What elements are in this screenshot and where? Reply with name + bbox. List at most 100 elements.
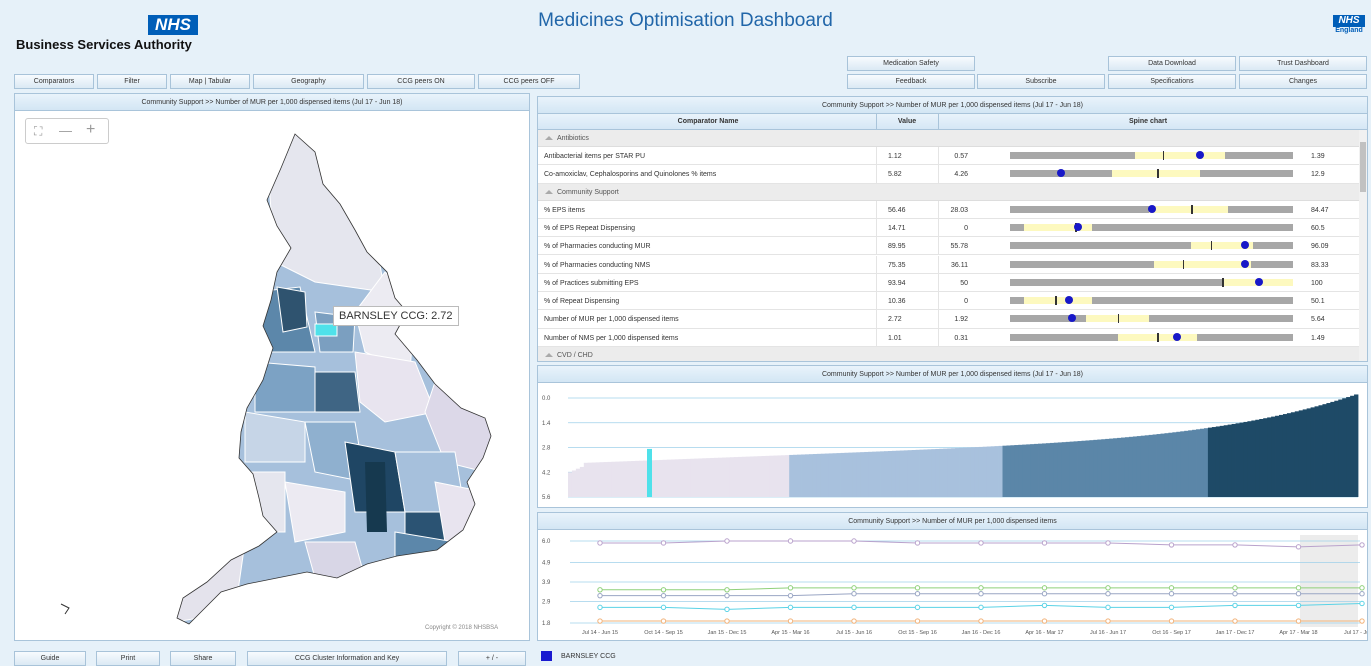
table-row[interactable]: Co-amoxiclav, Cephalosporins and Quinolo… (538, 165, 1359, 184)
rank-bar (1109, 438, 1114, 497)
spine-interquartile-band (1134, 152, 1226, 159)
rank-bar (974, 447, 980, 497)
rank-bar (1010, 445, 1015, 497)
feedback-button[interactable]: Feedback (847, 74, 975, 89)
comparator-value: 2.72 (888, 316, 902, 324)
rank-bar (919, 449, 924, 497)
column-header-value[interactable]: Value (876, 118, 938, 125)
series-point (597, 587, 603, 593)
comparators-button[interactable]: Comparators (14, 74, 94, 89)
cell-divider (938, 255, 939, 273)
ccg-peers-off-button[interactable]: CCG peers OFF (478, 74, 580, 89)
collapse-icon[interactable] (545, 136, 553, 141)
rank-bar (1144, 435, 1150, 497)
data-download-button[interactable]: Data Download (1108, 56, 1236, 71)
rank-bar (840, 452, 845, 497)
rank-bar (1065, 441, 1071, 497)
changes-button[interactable]: Changes (1239, 74, 1367, 89)
rank-bar (1081, 440, 1086, 497)
table-row[interactable]: % of Pharmacies conducting MUR 89.95 55.78… (538, 237, 1359, 256)
trust-dashboard-button[interactable]: Trust Dashboard (1239, 56, 1367, 71)
geography-button[interactable]: Geography (253, 74, 364, 89)
spine-interquartile-band (1024, 297, 1093, 305)
table-scrollbar[interactable] (1359, 130, 1367, 361)
x-tick-label: Oct 16 - Sep 17 (1152, 630, 1191, 636)
series-point (787, 604, 794, 611)
x-tick-label: Jan 16 - Dec 16 (962, 630, 1001, 636)
rank-bar (1342, 398, 1347, 497)
subscribe-button[interactable]: Subscribe (977, 74, 1105, 89)
specifications-button[interactable]: Specifications (1108, 74, 1236, 89)
england-ccg-map[interactable] (15, 112, 529, 640)
rank-bar (1117, 437, 1122, 497)
rank-bar (1077, 441, 1082, 497)
rank-chart[interactable]: 0.0 1.4 2.8 4.2 5.6 (538, 384, 1367, 507)
ccg-peers-on-button[interactable]: CCG peers ON (367, 74, 475, 89)
series-point (1359, 618, 1365, 624)
rank-bar (868, 451, 873, 497)
series-point (978, 618, 984, 624)
series-point (978, 604, 984, 611)
cell-divider (876, 328, 877, 346)
table-row[interactable]: % of Pharmacies conducting NMS 75.35 36.11… (538, 255, 1359, 274)
table-row[interactable]: Number of MUR per 1,000 dispensed items 2… (538, 310, 1359, 329)
group-header[interactable]: Community Support (538, 183, 1359, 201)
table-row[interactable]: % of EPS Repeat Dispensing 14.71 0 60.5 (538, 218, 1359, 238)
guide-button[interactable]: Guide (14, 651, 86, 666)
rank-bar (686, 458, 691, 497)
series-point (724, 587, 730, 593)
legend-swatch (541, 651, 552, 661)
table-row[interactable]: % of Repeat Dispensing 10.36 0 50.1 (538, 292, 1359, 311)
map-tabular-button[interactable]: Map | Tabular (170, 74, 250, 89)
column-header-spine[interactable]: Spine chart (938, 118, 1358, 125)
group-header[interactable]: Antibiotics (538, 130, 1359, 147)
table-row[interactable]: Number of NMS per 1,000 dispensed items 1… (538, 328, 1359, 347)
x-tick-label: Jan 15 - Dec 15 (708, 630, 747, 636)
series-point (787, 592, 794, 599)
rank-bar (658, 459, 664, 497)
rank-bar (887, 451, 893, 497)
rank-bar (939, 448, 944, 497)
table-row[interactable]: % EPS items 56.46 28.03 84.47 (538, 200, 1359, 219)
rank-bar (1326, 403, 1331, 497)
column-header-name[interactable]: Comparator Name (538, 118, 878, 125)
share-button[interactable]: Share (170, 651, 236, 666)
group-label: Antibiotics (557, 135, 589, 142)
rank-bar (982, 446, 988, 497)
comparator-value: 56.46 (888, 206, 906, 214)
medication-safety-button[interactable]: Medication Safety (847, 56, 975, 71)
rank-bar (710, 457, 715, 497)
rank-bar (729, 457, 735, 497)
rank-bar (899, 450, 905, 497)
spine-table-title: Community Support >> Number of MUR per 1… (538, 97, 1367, 114)
rank-bar (1026, 444, 1031, 497)
group-header[interactable]: CVD / CHD (538, 347, 1359, 361)
rank-bar (895, 450, 901, 497)
print-button[interactable]: Print (96, 651, 160, 666)
rank-bar (966, 447, 972, 497)
table-body[interactable]: Antibiotics Antibacterial items per STAR … (538, 130, 1359, 361)
collapse-icon[interactable] (545, 189, 553, 194)
rank-bar (631, 460, 636, 497)
rank-bar (1219, 425, 1225, 497)
rank-bar (927, 449, 932, 497)
rank-bar (816, 453, 822, 497)
table-row[interactable]: % of Practices submitting EPS 93.94 50 100 (538, 273, 1359, 293)
series-point (1295, 585, 1302, 591)
ccg-cluster-information-and-key-button[interactable]: CCG Cluster Information and Key (247, 651, 447, 666)
map-tooltip: BARNSLEY CCG: 2.72 (333, 306, 459, 326)
series-point (1359, 542, 1365, 548)
rank-bar (777, 455, 782, 497)
rank-bar (595, 462, 600, 497)
scrollbar-thumb[interactable] (1360, 142, 1366, 192)
blank-button[interactable]: + / - (458, 651, 526, 666)
rank-bar (1302, 409, 1308, 497)
table-row[interactable]: Antibacterial items per STAR PU 1.12 0.57 1… (538, 147, 1359, 166)
filter-button[interactable]: Filter (97, 74, 167, 89)
collapse-icon[interactable] (545, 353, 553, 358)
comparator-name: % EPS items (544, 206, 585, 214)
rank-bar (587, 462, 593, 497)
trend-chart[interactable]: 6.0 4.9 3.9 2.9 1.8 Jul 14 - Jun 15 Oct 14 - S… (538, 531, 1367, 640)
group-label: Community Support (557, 188, 619, 196)
cell-divider (938, 310, 939, 328)
